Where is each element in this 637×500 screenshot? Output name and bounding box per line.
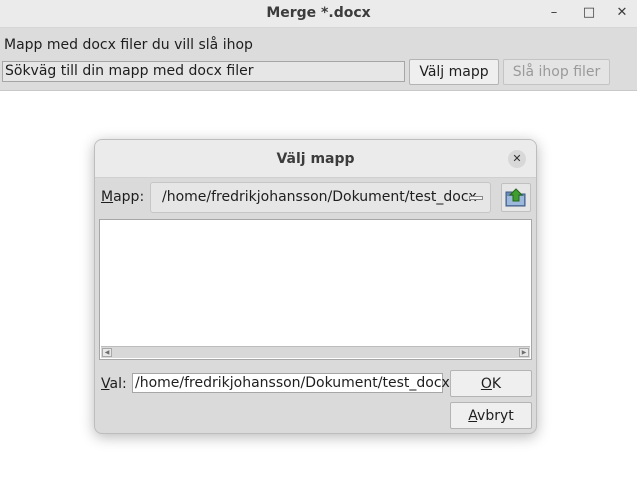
- selection-label: Val:: [101, 376, 127, 392]
- window-title: Merge *.docx: [266, 5, 371, 21]
- window-titlebar: Merge *.docx – □ ✕: [0, 0, 637, 28]
- choose-folder-dialog: Välj mapp ✕ Mapp: /home/fredrikjohansson…: [94, 139, 537, 434]
- selection-input[interactable]: /home/fredrikjohansson/Dokument/test_doc…: [132, 373, 450, 393]
- folder-label-mnemonic: M: [101, 189, 114, 205]
- top-panel: Mapp med docx filer du vill slå ihop Sök…: [0, 28, 637, 91]
- cancel-mnemonic: A: [468, 407, 478, 424]
- cancel-label-text: vbryt: [477, 407, 514, 424]
- folder-label: Mapp:: [101, 189, 144, 205]
- folder-combo[interactable]: /home/fredrikjohansson/Dokument/test_doc…: [150, 182, 491, 213]
- folder-prompt-label: Mapp med docx filer du vill slå ihop: [4, 37, 253, 53]
- folder-up-button[interactable]: [501, 183, 531, 212]
- dialog-close-icon[interactable]: ✕: [508, 150, 526, 168]
- folder-path-field[interactable]: Sökväg till din mapp med docx filer: [2, 61, 405, 82]
- ok-mnemonic: O: [480, 375, 492, 392]
- cancel-button[interactable]: Avbryt: [450, 402, 532, 429]
- scroll-right-icon[interactable]: ▶: [519, 348, 529, 357]
- dialog-title: Välj mapp: [276, 151, 355, 167]
- folder-label-text: app:: [113, 189, 145, 205]
- choose-folder-button[interactable]: Välj mapp: [409, 59, 499, 85]
- selection-label-text: al:: [109, 376, 127, 392]
- close-icon[interactable]: ✕: [612, 4, 632, 22]
- folder-list[interactable]: ◀ ▶: [99, 219, 532, 360]
- dialog-titlebar: Välj mapp ✕: [95, 140, 536, 178]
- ok-label-text: K: [491, 375, 502, 392]
- scroll-left-icon[interactable]: ◀: [102, 348, 112, 357]
- maximize-icon[interactable]: □: [579, 4, 599, 22]
- ok-button[interactable]: OK: [450, 370, 532, 397]
- minimize-icon[interactable]: –: [544, 4, 564, 22]
- folder-up-icon: [505, 188, 526, 207]
- merge-files-button: Slå ihop filer: [503, 59, 610, 85]
- folder-combo-value: /home/fredrikjohansson/Dokument/test_doc…: [162, 189, 477, 205]
- combo-handle-icon: [469, 196, 483, 200]
- selection-label-mnemonic: V: [101, 376, 110, 392]
- horizontal-scrollbar[interactable]: ◀ ▶: [101, 346, 530, 358]
